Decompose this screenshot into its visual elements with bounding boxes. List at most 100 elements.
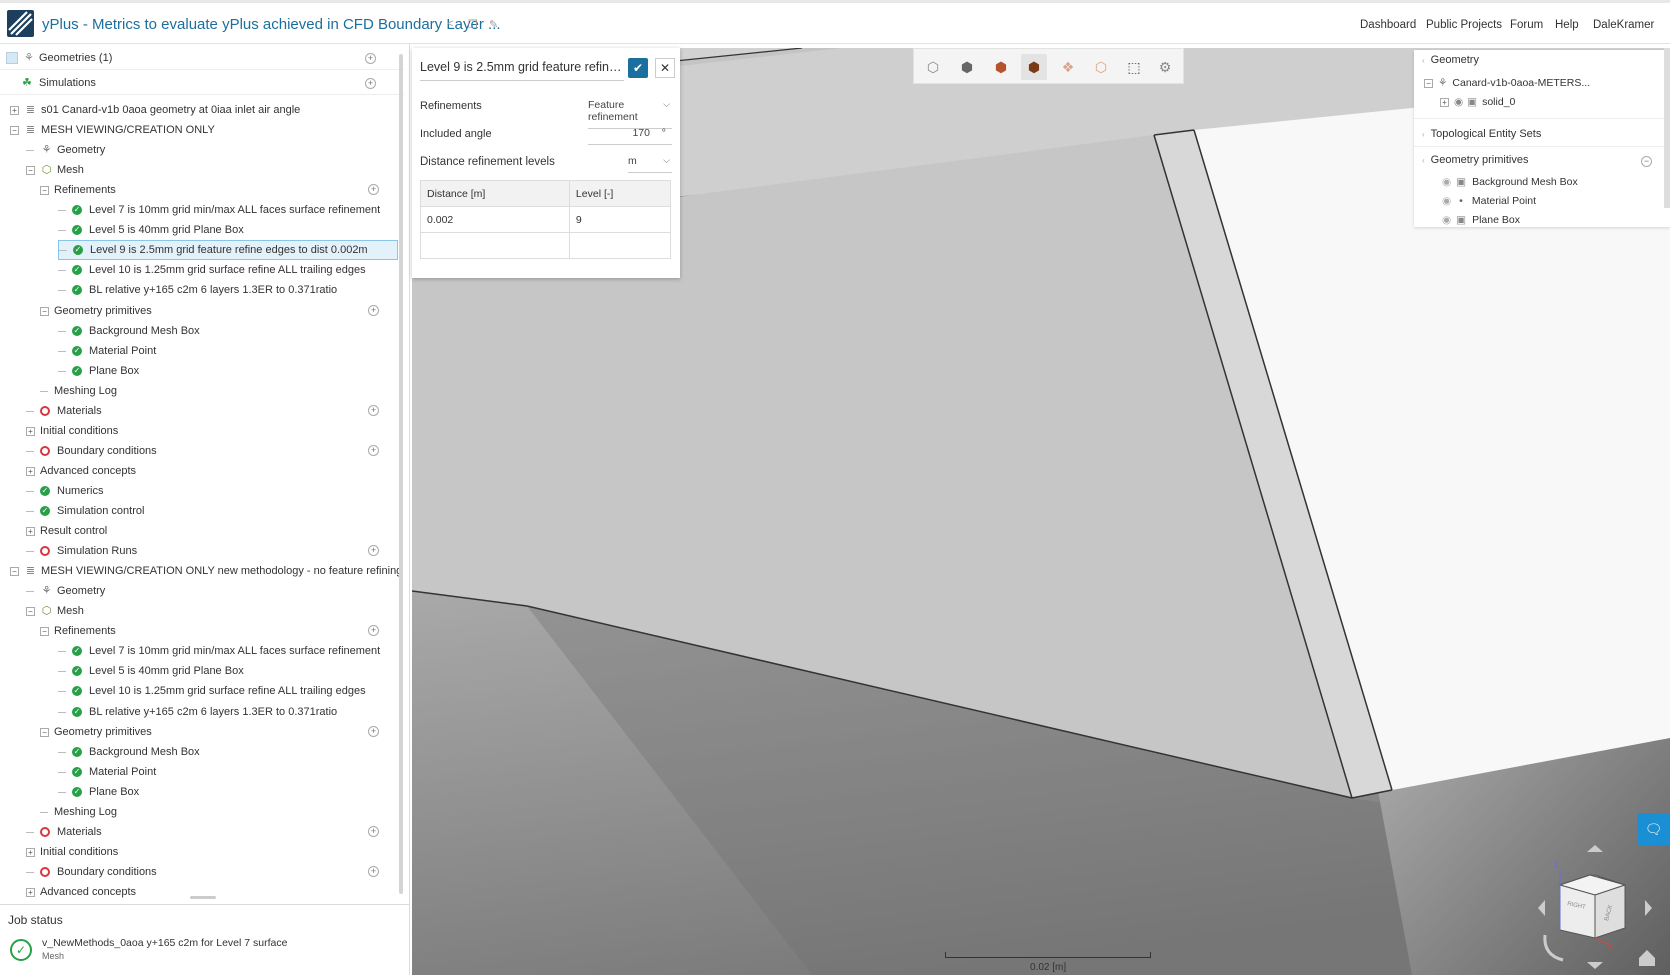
tree-item[interactable]: − Geometry primitives (40, 722, 152, 742)
collapse-icon[interactable]: − (26, 165, 35, 175)
explode-icon[interactable]: ❖ (1055, 54, 1081, 80)
geometry-item[interactable]: − ⚘ Canard-v1b-0aoa-METERS... (1424, 77, 1590, 89)
included-angle-input[interactable]: 170 ° (588, 127, 672, 145)
eye-icon[interactable]: ◉ (1442, 195, 1451, 207)
tree-item[interactable]: ✓ Plane Box (58, 782, 139, 802)
simscale-logo[interactable] (7, 10, 34, 37)
tree-item[interactable]: − Refinements (40, 621, 116, 641)
cube-orange-icon[interactable]: ⬢ (988, 54, 1014, 80)
tree-item[interactable]: ✓ BL relative y+165 c2m 6 layers 1.3ER to… (58, 280, 337, 300)
tree-item[interactable]: − Geometry primitives (40, 301, 152, 321)
tree-item[interactable]: − ≣ MESH VIEWING/CREATION ONLY new methodo… (10, 561, 402, 581)
tree-item[interactable]: ✓ Background Mesh Box (58, 742, 200, 762)
primitive-background-mesh-box[interactable]: ◉ ▣ Background Mesh Box (1442, 176, 1578, 188)
add-item-icon[interactable]: + (368, 445, 379, 456)
expand-icon[interactable]: + (26, 426, 35, 436)
tree-item[interactable]: − ⬡ Mesh (26, 160, 84, 180)
simulations-section[interactable]: ☘ Simulations + (0, 71, 404, 95)
add-item-icon[interactable]: + (368, 305, 379, 316)
collapse-icon[interactable]: − (10, 125, 19, 135)
job-name[interactable]: v_NewMethods_0aoa y+165 c2m for Level 7 … (42, 937, 287, 949)
tree-item[interactable]: ✓ Level 10 is 1.25mm grid surface refine … (58, 681, 366, 701)
add-item-icon[interactable]: + (368, 625, 379, 636)
collapse-icon[interactable]: − (1424, 78, 1433, 88)
tree-item[interactable]: + Initial conditions (26, 421, 118, 441)
topological-entity-sets[interactable]: ‹ Topological Entity Sets (1422, 128, 1541, 140)
add-item-icon[interactable]: + (368, 545, 379, 556)
share-icon[interactable]: < (447, 18, 453, 30)
tree-item[interactable]: Meshing Log (40, 381, 117, 401)
right-panel-scrollbar[interactable] (1664, 48, 1670, 208)
nav-help[interactable]: Help (1555, 19, 1579, 31)
tree-item[interactable]: Boundary conditions (26, 862, 157, 882)
tree-item[interactable]: − ⬡ Mesh (26, 601, 84, 621)
box-select-icon[interactable]: ⬚ (1121, 54, 1147, 80)
collapse-primitives-icon[interactable]: − (1641, 156, 1652, 167)
refinement-name-input[interactable]: Level 9 is 2.5mm grid feature refine e..… (420, 60, 624, 81)
collapse-icon[interactable]: − (40, 185, 49, 195)
geometry-title[interactable]: ‹ Geometry (1422, 54, 1479, 66)
nav-forum[interactable]: Forum (1510, 19, 1543, 31)
refinement-type-select[interactable]: Feature refinement ⌵ (588, 99, 672, 129)
copy-icon[interactable]: ❐ (468, 18, 478, 31)
cube-wireframe-icon[interactable]: ⬡ (920, 54, 946, 80)
tree-item[interactable]: ✓ Material Point (58, 341, 156, 361)
collapse-icon[interactable]: − (40, 626, 49, 636)
tree-scrollbar[interactable] (399, 54, 403, 894)
distance-cell[interactable] (420, 232, 570, 259)
cube-solid-icon[interactable]: ⬢ (954, 54, 980, 80)
tree-item[interactable]: + Result control (26, 521, 107, 541)
select-checkbox[interactable] (6, 52, 18, 64)
tree-item[interactable]: Simulation Runs (26, 541, 137, 561)
expand-icon[interactable]: + (26, 466, 35, 476)
add-geometry-icon[interactable]: + (365, 53, 376, 64)
collapse-icon[interactable]: − (40, 306, 49, 316)
nav-public-projects[interactable]: Public Projects (1426, 19, 1502, 31)
panel-resize-handle[interactable] (190, 896, 216, 899)
close-button[interactable]: ✕ (655, 58, 675, 78)
tree-item[interactable]: Materials (26, 822, 102, 842)
nav-dashboard[interactable]: Dashboard (1360, 19, 1416, 31)
confirm-button[interactable]: ✔ (628, 58, 648, 78)
expand-icon[interactable]: + (26, 526, 35, 536)
add-item-icon[interactable]: + (368, 184, 379, 195)
add-item-icon[interactable]: + (368, 726, 379, 737)
collapse-icon[interactable]: − (10, 566, 19, 576)
angle-unit[interactable]: ° (662, 127, 666, 139)
level-cell[interactable]: 9 (568, 206, 672, 233)
tree-item[interactable]: − ≣ MESH VIEWING/CREATION ONLY (10, 120, 215, 140)
geometry-primitives-title[interactable]: ‹ Geometry primitives (1422, 154, 1528, 166)
primitive-material-point[interactable]: ◉ • Material Point (1442, 195, 1536, 207)
solid-item[interactable]: + ◉ ▣ solid_0 (1440, 96, 1515, 108)
tree-item[interactable]: + ≣ s01 Canard-v1b 0aoa geometry at 0iaa i… (10, 100, 300, 120)
nav-user[interactable]: DaleKramer (1593, 19, 1654, 31)
tree-item[interactable]: ✓ Level 5 is 40mm grid Plane Box (58, 661, 244, 681)
tree-item[interactable]: + Advanced concepts (26, 461, 136, 481)
tree-item[interactable]: ✓ Level 5 is 40mm grid Plane Box (58, 220, 244, 240)
chat-button[interactable]: 🗨 (1637, 813, 1670, 845)
tree-item[interactable]: ⚘ Geometry (26, 140, 105, 160)
cube-outline-orange-icon[interactable]: ⬡ (1088, 54, 1114, 80)
tree-item[interactable]: ✓ Material Point (58, 762, 156, 782)
expand-icon[interactable]: + (26, 887, 35, 897)
tree-item[interactable]: ✓ Level 7 is 10mm grid min/max ALL faces … (58, 200, 380, 220)
expand-icon[interactable]: + (26, 847, 35, 857)
eye-icon[interactable]: ◉ (1442, 214, 1451, 226)
level-cell[interactable] (568, 232, 672, 259)
collapse-icon[interactable]: − (40, 727, 49, 737)
tree-item[interactable]: + Initial conditions (26, 842, 118, 862)
tree-item[interactable]: − Refinements (40, 180, 116, 200)
tree-item[interactable]: ✓ Background Mesh Box (58, 321, 200, 341)
primitive-plane-box[interactable]: ◉ ▣ Plane Box (1442, 214, 1520, 226)
tree-item[interactable]: ✓ Level 10 is 1.25mm grid surface refine … (58, 260, 366, 280)
distance-cell[interactable]: 0.002 (420, 206, 570, 233)
tree-item[interactable]: + Advanced concepts (26, 882, 136, 902)
settings-icon[interactable]: ⚙ (1152, 54, 1178, 80)
tree-item[interactable]: ⚘ Geometry (26, 581, 105, 601)
tree-item[interactable]: ✓ Plane Box (58, 361, 139, 381)
cube-edges-icon[interactable]: ⬢ (1021, 54, 1047, 80)
tree-item[interactable]: Materials (26, 401, 102, 421)
distance-unit-select[interactable]: m ⌵ (628, 155, 672, 173)
tree-item[interactable]: ✓ Simulation control (26, 501, 144, 521)
tree-item[interactable]: ✓ BL relative y+165 c2m 6 layers 1.3ER to… (58, 702, 337, 722)
